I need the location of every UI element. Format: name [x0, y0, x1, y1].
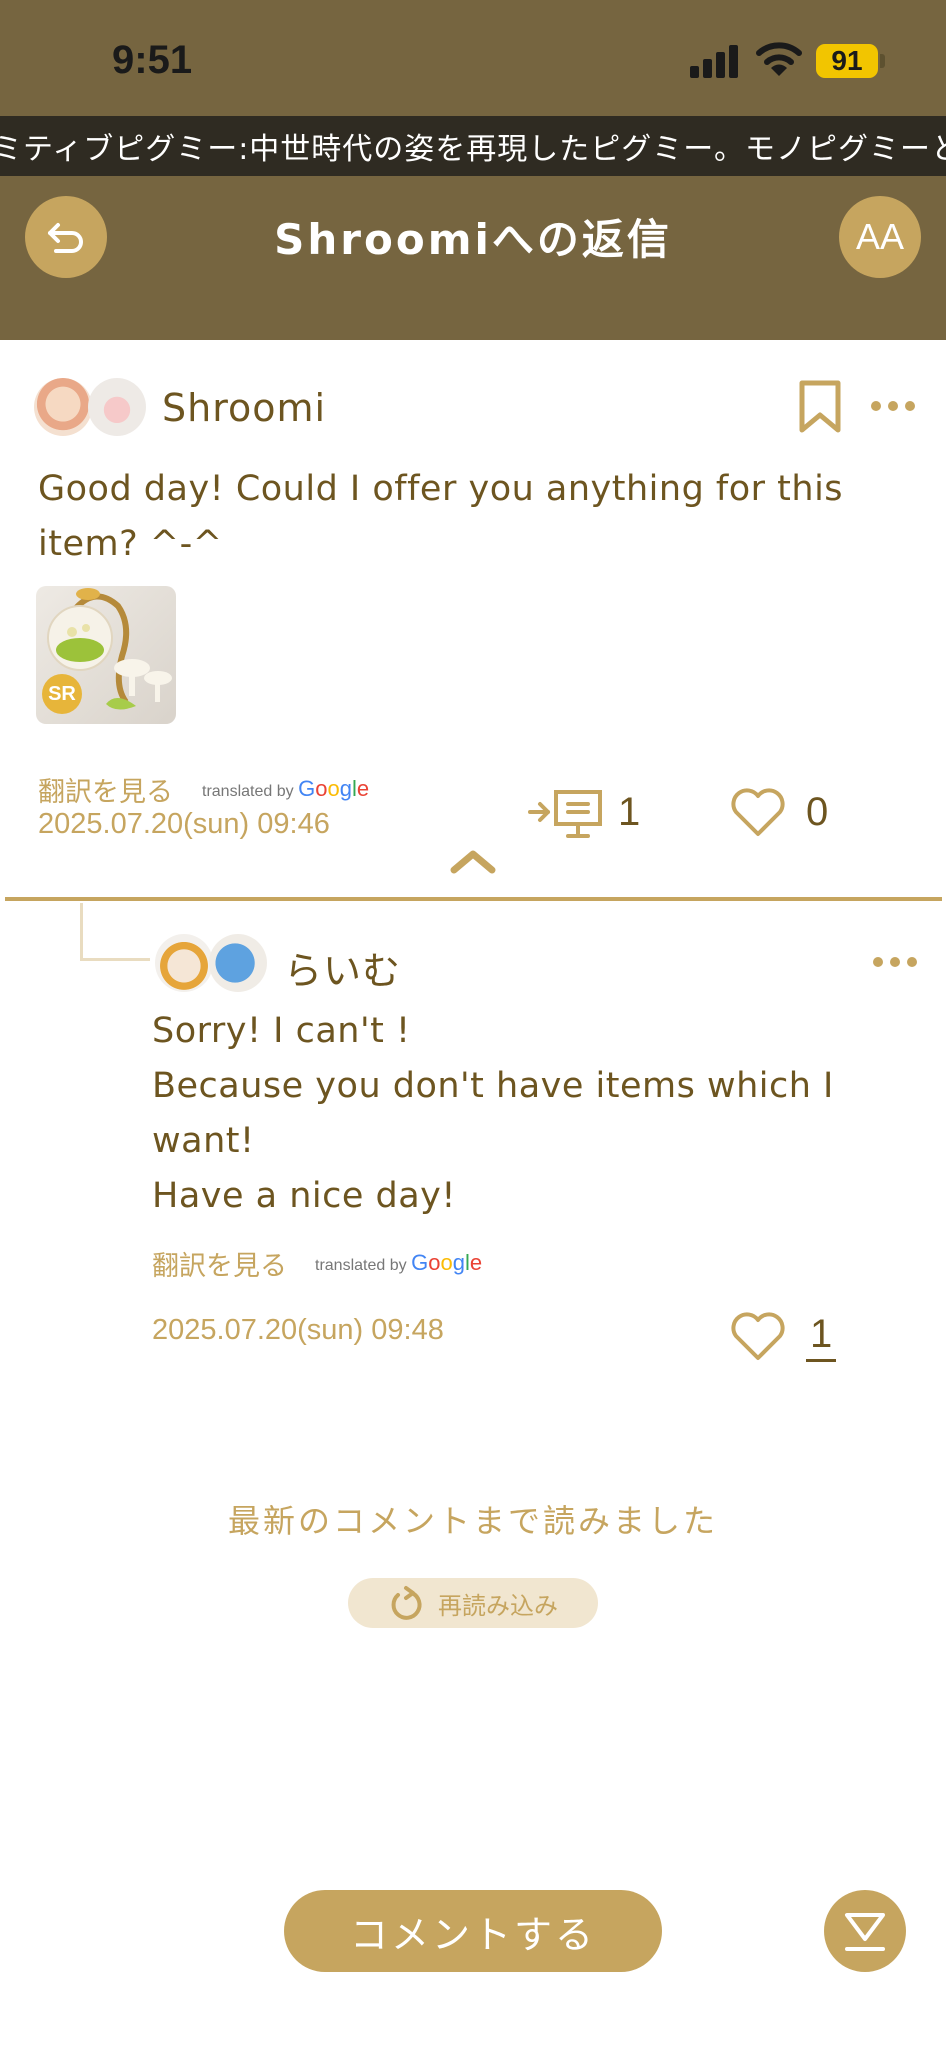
more-options-icon[interactable] — [868, 398, 918, 414]
post-google-attribution: translated by Google — [202, 776, 369, 802]
font-size-button[interactable]: AA — [839, 196, 921, 278]
reply-more-options-icon[interactable] — [870, 954, 920, 970]
scroll-down-icon — [845, 1913, 885, 1951]
reply-line: Have a nice day! — [152, 1176, 456, 1216]
author-pet-avatar[interactable] — [88, 378, 146, 436]
reply-body: Sorry! I can't ! Because you don't have … — [152, 1004, 892, 1224]
post-like-count: 0 — [806, 790, 829, 834]
reply-line: Sorry! I can't ! — [152, 1011, 411, 1051]
post-body: Good day! Could I offer you anything for… — [38, 469, 844, 564]
comment-button[interactable]: コメントする — [284, 1890, 662, 1972]
ticker-text: ミティブピグミー:中世時代の姿を再現したピグミー。モノピグミーと — [0, 132, 946, 167]
reply-connector — [80, 903, 150, 961]
reply-author-name[interactable]: らいむ — [284, 940, 401, 995]
scroll-to-bottom-button[interactable] — [824, 1890, 906, 1972]
cellular-signal-icon — [690, 44, 740, 78]
battery-indicator: 91 — [816, 44, 878, 78]
reload-icon — [391, 1586, 422, 1620]
reload-button[interactable]: 再読み込み — [348, 1578, 598, 1628]
reply-like-heart-icon[interactable] — [728, 1310, 788, 1362]
translated-by-label: translated by — [315, 1257, 407, 1274]
reply-author-pet-avatar[interactable] — [209, 934, 267, 992]
reply-like-count[interactable]: 1 — [806, 1312, 837, 1362]
comment-button-label: コメントする — [349, 1912, 596, 1957]
post-author-name[interactable]: Shroomi — [162, 386, 326, 430]
reply-count-icon[interactable] — [526, 786, 606, 838]
reload-label: 再読み込み — [438, 1591, 558, 1620]
reply-line: Because you don't have items which I — [152, 1066, 834, 1106]
reply-author-avatar[interactable] — [155, 934, 213, 992]
post-like-heart-icon[interactable] — [728, 786, 788, 838]
reply-count: 1 — [618, 790, 641, 834]
reply-date: 2025.07.20(sun) 09:48 — [152, 1314, 444, 1346]
google-logo: Google — [298, 776, 370, 801]
item-thumbnail[interactable]: SR — [36, 586, 176, 724]
author-avatar[interactable] — [34, 378, 92, 436]
status-time: 9:51 — [112, 38, 193, 82]
font-size-label: AA — [855, 216, 905, 257]
reply-google-attribution: translated by Google — [315, 1250, 482, 1276]
google-logo: Google — [411, 1250, 483, 1275]
wifi-icon — [756, 42, 802, 76]
read-all-message: 最新のコメントまで読みました — [227, 1502, 718, 1540]
collapse-chevron-icon[interactable] — [448, 848, 498, 874]
post-date: 2025.07.20(sun) 09:46 — [38, 808, 330, 840]
news-ticker[interactable]: ミティブピグミー:中世時代の姿を再現したピグミー。モノピグミーと — [0, 116, 946, 176]
battery-nub — [880, 54, 885, 68]
bookmark-icon[interactable] — [798, 380, 842, 434]
translated-by-label: translated by — [202, 783, 294, 800]
post-translate-link[interactable]: 翻訳を見る — [38, 770, 173, 809]
rarity-badge: SR — [42, 674, 82, 714]
post-divider — [5, 897, 942, 901]
page-title: Shroomiへの返信 — [274, 215, 672, 264]
reply-translate-link[interactable]: 翻訳を見る — [152, 1244, 287, 1283]
reply-line: want! — [152, 1121, 255, 1161]
app-header: 9:51 91 ミティブピグミー:中世時代の姿を再現したピグミー。モノピグミーと… — [0, 0, 946, 340]
